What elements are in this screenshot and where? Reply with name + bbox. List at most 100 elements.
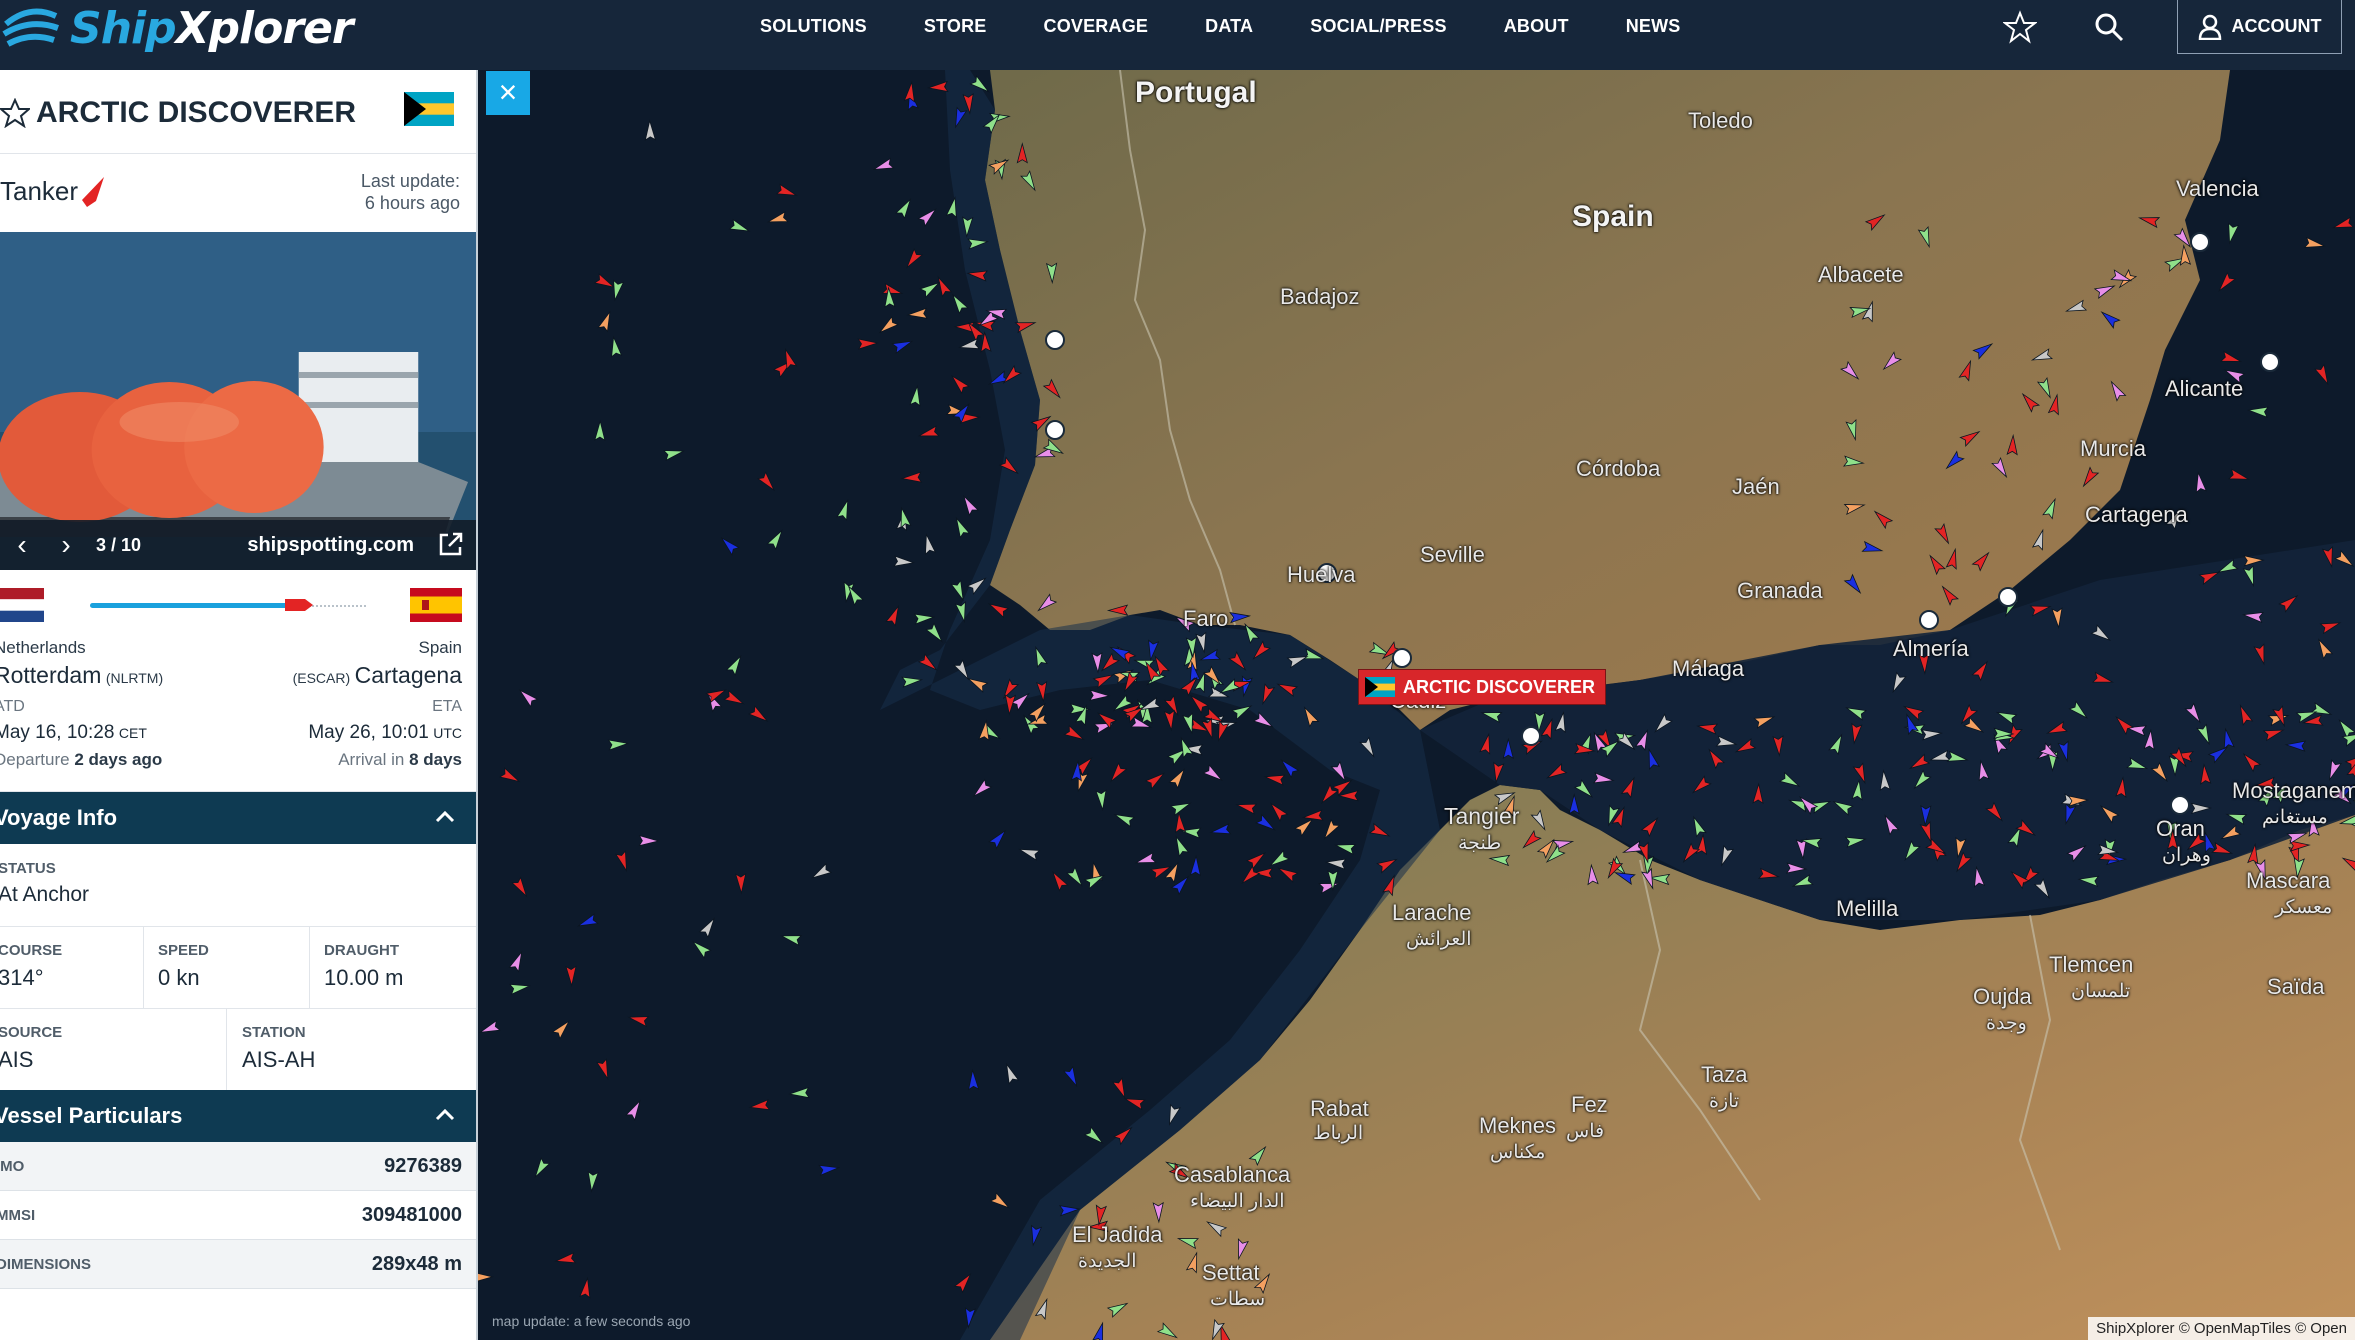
speed-cell: SPEED 0 kn xyxy=(158,942,209,990)
nav-data[interactable]: DATA xyxy=(1205,16,1253,37)
atd-label: ATD xyxy=(0,698,25,715)
map-attribution[interactable]: ShipXplorer © OpenMapTiles © Open xyxy=(2088,1317,2355,1340)
particulars-row-mmsi: MMSI 309481000 xyxy=(0,1191,476,1240)
label-cordoba: Córdoba xyxy=(1576,456,1661,481)
destination-country: Spain xyxy=(418,638,462,657)
label-cartagena: Cartagena xyxy=(2085,502,2188,527)
label-mostaganem-ar: مستغانم xyxy=(2262,807,2328,828)
label-meknes: Meknes xyxy=(1479,1113,1557,1138)
nav-solutions[interactable]: SOLUTIONS xyxy=(760,16,867,37)
vessel-name: ARCTIC DISCOVERER xyxy=(36,96,357,129)
app: Portugal Spain Toledo Badajoz Albacete C… xyxy=(0,0,2355,1340)
voyage-route: Netherlands Rotterdam (NLRTM) ATD May 16… xyxy=(0,570,476,792)
origin-port[interactable]: Rotterdam (NLRTM) xyxy=(0,662,163,689)
label-mascara: Mascara xyxy=(2246,868,2331,893)
label-taza: Taza xyxy=(1701,1062,1748,1087)
tanker-marker-icon xyxy=(82,177,104,207)
label-jaen: Jaén xyxy=(1732,474,1780,499)
label-malaga: Málaga xyxy=(1672,656,1745,681)
label-eljadida: El Jadida xyxy=(1072,1222,1163,1247)
label-tlemcen-ar: تلمسان xyxy=(2071,981,2131,1002)
nav-social-press[interactable]: SOCIAL/PRESS xyxy=(1310,16,1446,37)
nav-news[interactable]: NEWS xyxy=(1626,16,1681,37)
course-cell: COURSE 314° xyxy=(0,942,63,990)
destination-port[interactable]: (ESCAR) Cartagena xyxy=(293,662,462,689)
vessel-type-row: Tanker Last update: 6 hours ago xyxy=(0,154,476,232)
account-button[interactable]: ACCOUNT xyxy=(2177,0,2342,54)
label-casablanca: Casablanca xyxy=(1174,1162,1291,1187)
last-update: Last update: 6 hours ago xyxy=(360,171,460,213)
brand-logo[interactable]: ShipXplorer xyxy=(0,2,354,54)
photo-prev-button[interactable]: ‹ xyxy=(0,529,44,561)
selected-vessel-tag[interactable]: ARCTIC DISCOVERER xyxy=(1358,669,1607,705)
nav-about[interactable]: ABOUT xyxy=(1504,16,1569,37)
label-huelva: Huelva xyxy=(1287,562,1356,587)
close-panel-button[interactable]: × xyxy=(486,71,530,115)
nav-coverage[interactable]: COVERAGE xyxy=(1044,16,1149,37)
spain-flag-icon xyxy=(410,588,462,622)
label-larache-ar: العرائش xyxy=(1406,929,1472,950)
atd-value: May 16, 10:28 CET xyxy=(0,722,147,743)
label-granada: Granada xyxy=(1737,578,1823,603)
label-seville: Seville xyxy=(1420,542,1485,567)
label-rabat: Rabat xyxy=(1310,1096,1369,1121)
label-tangier: Tangier xyxy=(1444,803,1520,829)
vessel-header: ARCTIC DISCOVERER xyxy=(0,70,476,154)
draught-cell: DRAUGHT 10.00 m xyxy=(324,942,404,990)
source-cell: SOURCE AIS xyxy=(0,1024,63,1072)
eta-label: ETA xyxy=(432,698,462,715)
origin-country: Netherlands xyxy=(0,638,86,657)
status-cell: STATUS At Anchor xyxy=(0,860,90,906)
star-icon[interactable] xyxy=(2003,10,2037,44)
netherlands-flag-icon xyxy=(0,588,44,622)
label-larache: Larache xyxy=(1392,900,1472,925)
label-valencia: Valencia xyxy=(2176,176,2259,201)
photo-source-link[interactable]: shipspotting.com xyxy=(247,534,414,557)
route-progress-bar xyxy=(90,603,289,608)
chevron-up-icon xyxy=(435,1108,455,1121)
voyage-info-title: Voyage Info xyxy=(0,805,118,830)
label-settat: Settat xyxy=(1202,1260,1260,1285)
eta-value: May 26, 10:01 UTC xyxy=(308,722,462,743)
particulars-row-dimensions: DIMENSIONS 289x48 m xyxy=(0,1240,476,1289)
bahamas-flag-icon xyxy=(404,92,454,126)
label-mostaganem: Mostaganem xyxy=(2232,778,2355,803)
photo-counter: 3 / 10 xyxy=(96,534,142,555)
map-update-status: map update: a few seconds ago xyxy=(492,1313,691,1329)
main-nav: SOLUTIONS STORE COVERAGE DATA SOCIAL/PRE… xyxy=(760,0,1738,52)
vessel-particulars-title: Vessel Particulars xyxy=(0,1103,183,1128)
route-remaining xyxy=(309,605,366,607)
label-badajoz: Badajoz xyxy=(1280,284,1360,309)
chevron-up-icon xyxy=(435,810,455,823)
particulars-table: IMO 9276389 MMSI 309481000 DIMENSIONS 28… xyxy=(0,1142,476,1289)
particulars-row-imo: IMO 9276389 xyxy=(0,1142,476,1191)
voyage-info-header[interactable]: Voyage Info xyxy=(0,792,476,844)
label-fez-ar: فاس xyxy=(1566,1121,1605,1142)
label-eljadida-ar: الجديدة xyxy=(1078,1251,1137,1272)
label-oujda: Oujda xyxy=(1973,984,2032,1009)
favorite-star-icon[interactable] xyxy=(0,98,30,128)
label-saida: Saïda xyxy=(2267,974,2325,999)
photo-next-button[interactable]: › xyxy=(44,529,88,561)
vessel-type: Tanker xyxy=(0,176,79,206)
photo-controls: ‹ › 3 / 10 shipspotting.com xyxy=(0,520,476,570)
bahamas-flag-icon xyxy=(1365,677,1395,697)
label-toledo: Toledo xyxy=(1688,108,1753,133)
label-fez: Fez xyxy=(1571,1092,1608,1117)
label-tangier-ar: طنجة xyxy=(1458,833,1502,854)
brand-name: ShipXplorer xyxy=(70,2,354,54)
top-navigation: ShipXplorer SOLUTIONS STORE COVERAGE DAT… xyxy=(0,0,2355,70)
label-melilla: Melilla xyxy=(1836,896,1899,921)
vessel-detail-panel: ARCTIC DISCOVERER Tanker Last update: 6 … xyxy=(0,70,478,1340)
search-icon[interactable] xyxy=(2092,10,2126,44)
vessel-particulars-header[interactable]: Vessel Particulars xyxy=(0,1090,476,1142)
external-link-icon[interactable] xyxy=(436,529,466,559)
vessel-position-icon xyxy=(285,599,313,611)
arrival-note: Arrival in 8 days xyxy=(338,750,462,769)
label-meknes-ar: مكناس xyxy=(1490,1142,1546,1163)
vessel-photo[interactable]: ‹ › 3 / 10 shipspotting.com xyxy=(0,232,476,570)
label-alicante: Alicante xyxy=(2165,376,2244,401)
nav-store[interactable]: STORE xyxy=(924,16,987,37)
wave-logo-icon xyxy=(2,8,60,47)
label-settat-ar: سطات xyxy=(1210,1289,1266,1310)
